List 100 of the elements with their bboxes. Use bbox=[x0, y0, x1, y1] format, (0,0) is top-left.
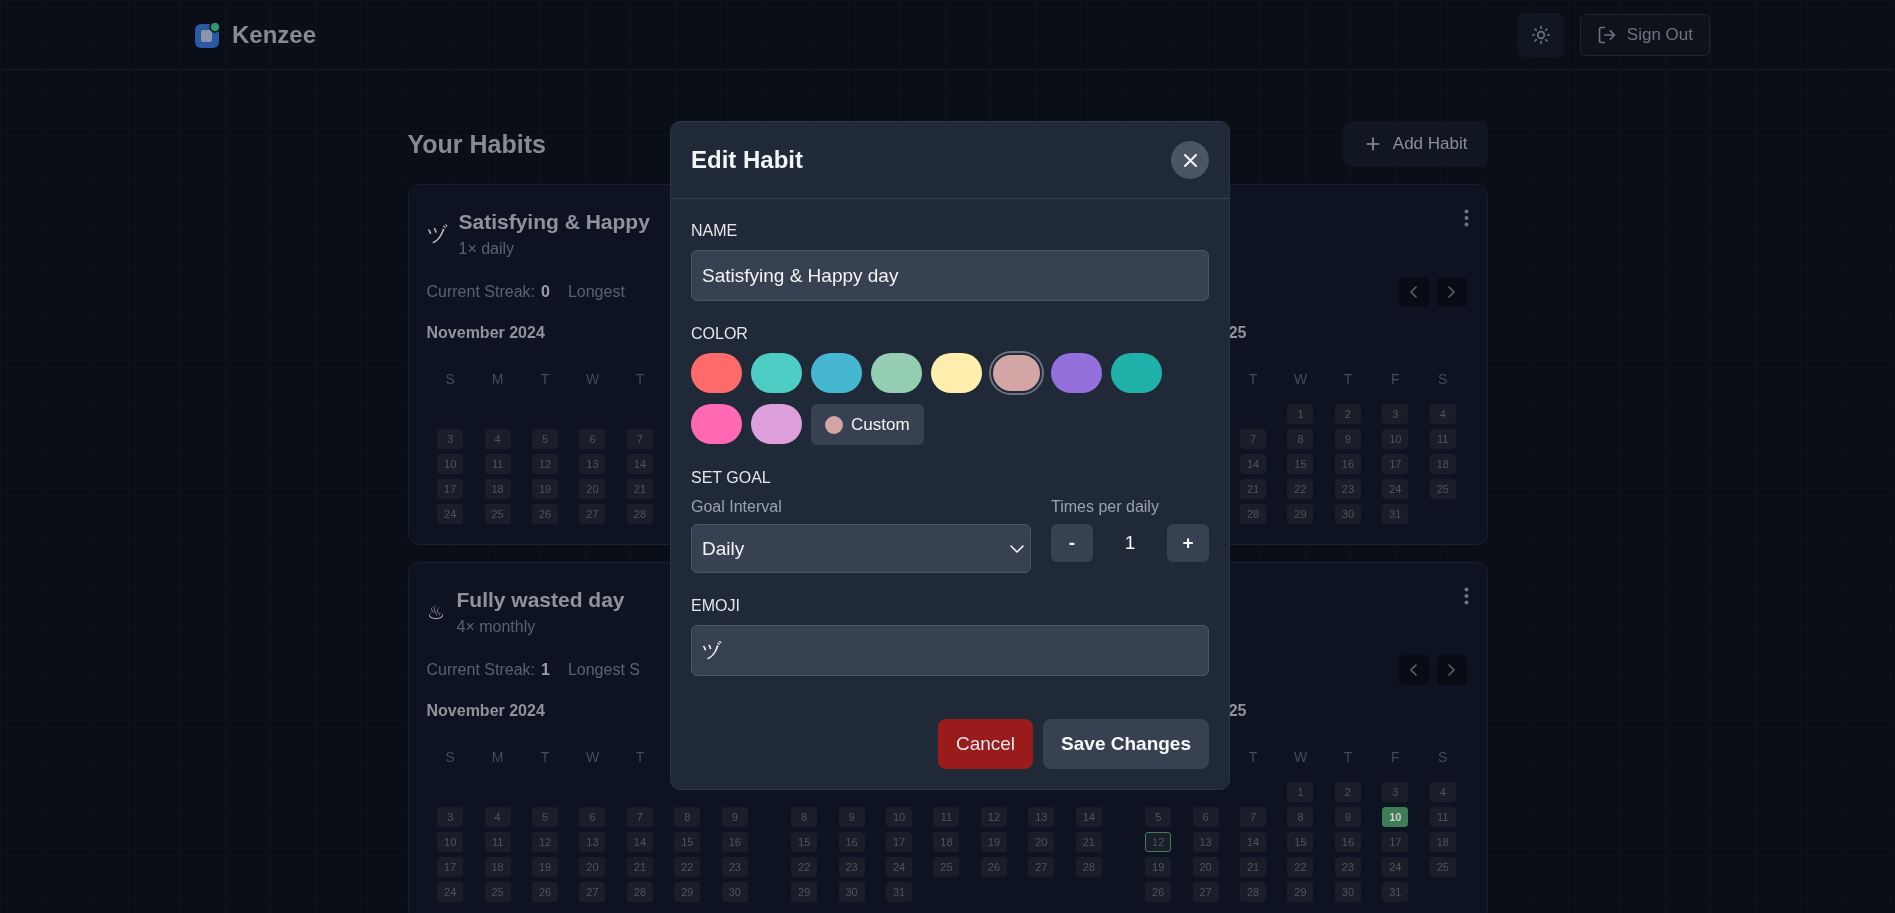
habit-name: Fully wasted day bbox=[456, 587, 625, 613]
weekday-label: S bbox=[445, 749, 455, 765]
color-swatch[interactable] bbox=[751, 353, 802, 393]
color-swatch[interactable] bbox=[811, 353, 862, 393]
habit-frequency: 4× monthly bbox=[456, 617, 537, 637]
weekday-label: T bbox=[1343, 749, 1353, 765]
weekday-label: M bbox=[491, 371, 504, 387]
weekday-label: W bbox=[1293, 371, 1308, 387]
color-swatch[interactable] bbox=[1111, 353, 1162, 393]
day-cell[interactable]: 4 bbox=[1429, 404, 1456, 424]
weekday-label: M bbox=[491, 749, 504, 765]
streak-value: 1 bbox=[541, 661, 550, 679]
day-cell[interactable]: 30 bbox=[721, 882, 748, 902]
add-habit-button[interactable]: Add Habit bbox=[1342, 121, 1488, 167]
day-cell[interactable]: 4 bbox=[1429, 782, 1456, 802]
close-button[interactable] bbox=[1171, 141, 1209, 179]
weekday-label: T bbox=[540, 749, 550, 765]
color-swatch[interactable] bbox=[691, 404, 742, 444]
day-cell[interactable]: 14 bbox=[1075, 807, 1102, 827]
color-swatch[interactable] bbox=[991, 353, 1042, 393]
day-cell[interactable]: 31 bbox=[1382, 882, 1409, 902]
color-swatch[interactable] bbox=[691, 353, 742, 393]
goal-interval-select[interactable]: Daily bbox=[691, 524, 1031, 573]
day-cell[interactable]: 23 bbox=[1334, 479, 1361, 499]
more-icon bbox=[1463, 587, 1469, 605]
day-cell[interactable]: 4 bbox=[484, 429, 511, 449]
streak-label: Current Streak: bbox=[426, 661, 535, 679]
day-cell[interactable]: 3 bbox=[437, 429, 464, 449]
day-cell[interactable]: 13 bbox=[579, 454, 606, 474]
day-cell[interactable]: 3 bbox=[437, 807, 464, 827]
name-input[interactable]: Satisfying & Happy day bbox=[691, 250, 1209, 301]
day-cell[interactable]: 23 bbox=[721, 857, 748, 877]
weekday-label: T bbox=[1343, 371, 1353, 387]
chevron-left-icon bbox=[1410, 664, 1417, 676]
weekday-label: W bbox=[1293, 749, 1308, 765]
day-cell[interactable]: 14 bbox=[626, 832, 653, 852]
increment-button[interactable]: + bbox=[1167, 524, 1209, 562]
day-cell[interactable]: 13 bbox=[1192, 832, 1219, 852]
month-title: November 2024 bbox=[426, 701, 545, 721]
day-cell[interactable]: 24 bbox=[1382, 857, 1409, 877]
streak-label: Longest bbox=[567, 283, 625, 301]
weekday-label: W bbox=[585, 749, 600, 765]
weekday-label: S bbox=[1438, 371, 1448, 387]
more-menu-button[interactable] bbox=[1463, 587, 1469, 605]
dialog-title: Edit Habit bbox=[691, 146, 803, 174]
brand-name: Kenzee bbox=[232, 20, 317, 49]
day-cell[interactable]: 31 bbox=[1382, 504, 1409, 524]
streak-value: 0 bbox=[541, 283, 550, 301]
day-cell[interactable]: 24 bbox=[886, 857, 913, 877]
emoji-input[interactable]: ヅ bbox=[691, 625, 1209, 676]
weekday-label: T bbox=[540, 371, 550, 387]
more-menu-button[interactable] bbox=[1463, 209, 1469, 227]
save-changes-button[interactable]: Save Changes bbox=[1043, 719, 1209, 769]
day-cell[interactable]: 23 bbox=[838, 857, 865, 877]
custom-color-button[interactable]: Custom bbox=[811, 404, 924, 445]
day-cell[interactable]: 4 bbox=[484, 807, 511, 827]
day-cell[interactable]: 14 bbox=[626, 454, 653, 474]
day-cell[interactable]: 30 bbox=[838, 882, 865, 902]
day-cell[interactable]: 31 bbox=[886, 882, 913, 902]
weekday-label: T bbox=[1248, 749, 1258, 765]
weekday-label: W bbox=[585, 371, 600, 387]
sign-out-button[interactable]: Sign Out bbox=[1579, 13, 1710, 56]
day-cell[interactable]: 3 bbox=[1382, 404, 1409, 424]
color-swatch[interactable] bbox=[871, 353, 922, 393]
day-cell[interactable]: 10 bbox=[1382, 807, 1409, 827]
day-cell[interactable]: 14 bbox=[1240, 832, 1267, 852]
cancel-button[interactable]: Cancel bbox=[937, 719, 1034, 769]
day-cell[interactable]: 14 bbox=[1240, 454, 1267, 474]
streak-label: Longest S bbox=[567, 661, 640, 679]
weekday-label: T bbox=[635, 749, 645, 765]
day-cell[interactable]: 24 bbox=[437, 504, 464, 524]
logo-icon bbox=[194, 20, 222, 49]
day-cell[interactable]: 23 bbox=[1334, 857, 1361, 877]
weekday-label: T bbox=[635, 371, 645, 387]
color-swatch[interactable] bbox=[751, 404, 802, 444]
theme-toggle-button[interactable] bbox=[1517, 12, 1564, 57]
day-cell[interactable]: 3 bbox=[1382, 782, 1409, 802]
month-title: November 2024 bbox=[426, 323, 545, 343]
color-swatch[interactable] bbox=[1051, 353, 1102, 393]
day-cell[interactable]: 30 bbox=[1334, 504, 1361, 524]
color-swatch[interactable] bbox=[931, 353, 982, 393]
close-icon bbox=[1183, 153, 1197, 167]
weekday-label: F bbox=[1391, 371, 1400, 387]
habit-emoji: ヅ bbox=[426, 221, 447, 247]
field-label: EMOJI bbox=[691, 596, 741, 616]
day-cell[interactable]: 13 bbox=[579, 832, 606, 852]
month-title: 25 bbox=[1227, 323, 1247, 343]
chevron-right-icon bbox=[1448, 664, 1455, 676]
day-cell[interactable]: 24 bbox=[1382, 479, 1409, 499]
day-cell[interactable]: 13 bbox=[1028, 807, 1055, 827]
habit-frequency: 1× daily bbox=[458, 239, 516, 259]
decrement-button[interactable]: - bbox=[1051, 524, 1093, 562]
streak-label: Current Streak: bbox=[426, 283, 535, 301]
habit-name: Satisfying & Happy bbox=[458, 209, 650, 235]
day-cell[interactable]: 30 bbox=[1334, 882, 1361, 902]
chevron-right-icon bbox=[1448, 286, 1455, 298]
habit-emoji: ♨ bbox=[426, 600, 445, 624]
day-cell[interactable]: 24 bbox=[437, 882, 464, 902]
weekday-label: S bbox=[445, 371, 455, 387]
field-label: SET GOAL bbox=[691, 468, 772, 488]
